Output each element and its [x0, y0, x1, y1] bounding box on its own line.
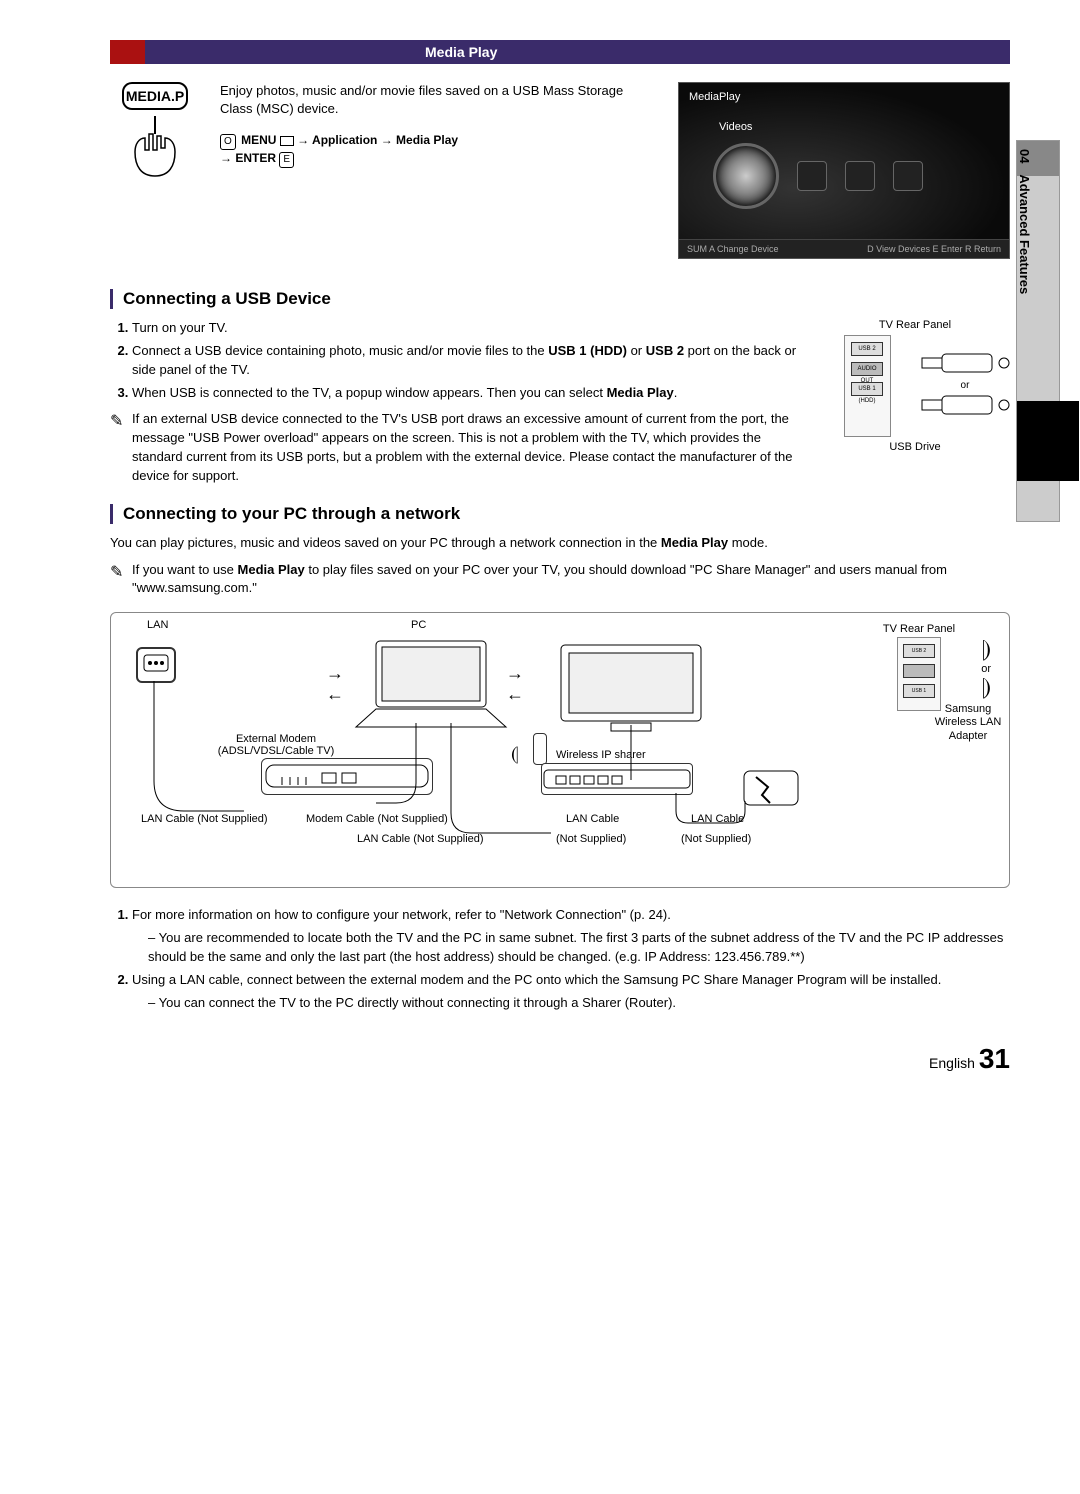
note-icon-2: ✎ — [110, 561, 132, 599]
chapter-number: 04 — [1017, 149, 1032, 163]
arrow-left-1: →← — [326, 663, 344, 705]
lan-cable-1: LAN Cable — [566, 813, 619, 825]
lan-cable-2: LAN Cable — [691, 813, 744, 825]
usb-drive-label: USB Drive — [820, 441, 1010, 453]
modem-cable-ns: Modem Cable (Not Supplied) — [306, 813, 448, 825]
network-intro: You can play pictures, music and videos … — [110, 534, 1010, 553]
enter-icon: E — [279, 152, 294, 168]
usb2-bold: USB 2 — [646, 343, 684, 358]
usb-drive-top-icon — [920, 350, 1010, 376]
note-icon: ✎ — [110, 410, 132, 485]
network-intro-bold: Media Play — [661, 535, 728, 550]
usb-figure: TV Rear Panel USB 2 AUDIO OUT USB 1 (HDD… — [820, 319, 1010, 453]
usb-note: If an external USB device connected to t… — [132, 410, 810, 485]
chapter-label: Advanced Features — [1017, 174, 1032, 294]
adapter-label: Samsung Wireless LAN Adapter — [933, 703, 1003, 743]
nav-path: → Application → Media Play — [297, 133, 458, 147]
usb-fig-top-label: TV Rear Panel — [820, 319, 1010, 331]
network-steps: For more information on how to configure… — [110, 906, 1010, 1012]
network-step-1: For more information on how to configure… — [132, 906, 1010, 967]
sharer-wifi-icon: ⦇ — [511, 743, 519, 766]
tvshot-title: MediaPlay — [689, 91, 740, 103]
settings-icon — [893, 161, 923, 191]
section-title-bar: Media Play — [110, 40, 1010, 64]
wifi-waves-bottom: ⦈ — [982, 673, 991, 701]
mediaplay-bold: Media Play — [607, 385, 674, 400]
modem-label: External Modem (ADSL/VDSL/Cable TV) — [211, 733, 341, 757]
audio-out-port: AUDIO OUT — [851, 362, 883, 376]
hand-icon — [125, 112, 185, 182]
nav-path-line: O MENU → Application → Media Play → ENTE… — [220, 132, 658, 168]
network-step-2-sub: You can connect the TV to the PC directl… — [148, 994, 1010, 1013]
lan-cable-ns-1: LAN Cable (Not Supplied) — [141, 813, 268, 825]
tv-rear-label: TV Rear Panel — [864, 623, 974, 635]
network-step-1-text: For more information on how to configure… — [132, 907, 671, 922]
tv-screenshot: MediaPlay Videos SUM A Change Device D V… — [678, 82, 1010, 259]
page-footer: English 31 — [110, 1043, 1010, 1075]
tv-panel-inner: USB 2 USB 1 — [897, 637, 941, 711]
usb1-port: USB 1 (HDD) — [851, 382, 883, 396]
usb-fig-or: or — [920, 380, 1010, 392]
menu-button-icon: O — [220, 134, 236, 150]
modem-label-b: (ADSL/VDSL/Cable TV) — [218, 745, 335, 757]
network-diagram: LAN PC →← →← TV Rear Panel USB 2 USB 1 ⦈ — [110, 612, 1010, 888]
mediap-icon-box: MEDIA.P — [110, 82, 200, 185]
modem-device — [261, 758, 433, 795]
network-note: If you want to use Media Play to play fi… — [132, 561, 1010, 599]
section-title: Media Play — [425, 44, 497, 60]
sharer-device — [541, 763, 693, 795]
tvshot-videos: Videos — [719, 121, 752, 133]
menu-icon — [280, 136, 294, 146]
network-step-2-text: Using a LAN cable, connect between the e… — [132, 972, 941, 987]
modem-label-a: External Modem — [236, 733, 316, 745]
lan-label: LAN — [147, 619, 168, 631]
tvshot-footer-right: D View Devices E Enter R Return — [867, 244, 1001, 254]
lan-cable-ns-2: LAN Cable (Not Supplied) — [357, 833, 484, 845]
network-step-1-sub: You are recommended to locate both the T… — [148, 929, 1010, 967]
side-black-block — [1017, 401, 1079, 481]
arrow-left-2: →← — [506, 663, 524, 705]
network-heading: Connecting to your PC through a network — [110, 504, 1010, 524]
mediap-button: MEDIA.P — [122, 82, 188, 110]
adapter-device — [736, 763, 806, 813]
sharer-label: Wireless IP sharer — [556, 749, 646, 761]
nav-enter: → ENTER — [220, 151, 276, 165]
film-reel-icon — [713, 143, 779, 209]
network-step-2: Using a LAN cable, connect between the e… — [132, 971, 1010, 1013]
not-supplied-1: (Not Supplied) — [556, 833, 626, 845]
tv-icon — [551, 639, 711, 739]
pc-label: PC — [411, 619, 426, 631]
music-icon — [845, 161, 875, 191]
chapter-tab: 04 Advanced Features — [1016, 140, 1060, 522]
tv-rear-panel-box: USB 2 AUDIO OUT USB 1 (HDD) — [844, 335, 891, 437]
footer-lang: English — [929, 1055, 975, 1071]
lan-router-icon — [136, 647, 176, 683]
footer-page: 31 — [979, 1043, 1010, 1074]
nav-menu: MENU — [241, 133, 276, 147]
not-supplied-2: (Not Supplied) — [681, 833, 751, 845]
tv-panel-group: TV Rear Panel USB 2 USB 1 — [864, 623, 974, 711]
network-note-bold: Media Play — [238, 562, 305, 577]
usb-drive-bottom-icon — [920, 392, 1010, 418]
mediaplay-desc: Enjoy photos, music and/or movie files s… — [220, 82, 658, 118]
photos-icon — [797, 161, 827, 191]
tvshot-footer-left: SUM A Change Device — [687, 244, 779, 254]
network-note-a: If you want to use — [132, 562, 238, 577]
usb-heading: Connecting a USB Device — [110, 289, 1010, 309]
pc-laptop-icon — [346, 637, 516, 737]
usb2-port: USB 2 — [851, 342, 883, 356]
sharer-antenna — [533, 733, 547, 765]
usb1-bold: USB 1 (HDD) — [548, 343, 627, 358]
network-intro-b: mode. — [728, 535, 768, 550]
network-intro-a: You can play pictures, music and videos … — [110, 535, 661, 550]
wifi-waves-top: ⦈ — [982, 635, 991, 663]
